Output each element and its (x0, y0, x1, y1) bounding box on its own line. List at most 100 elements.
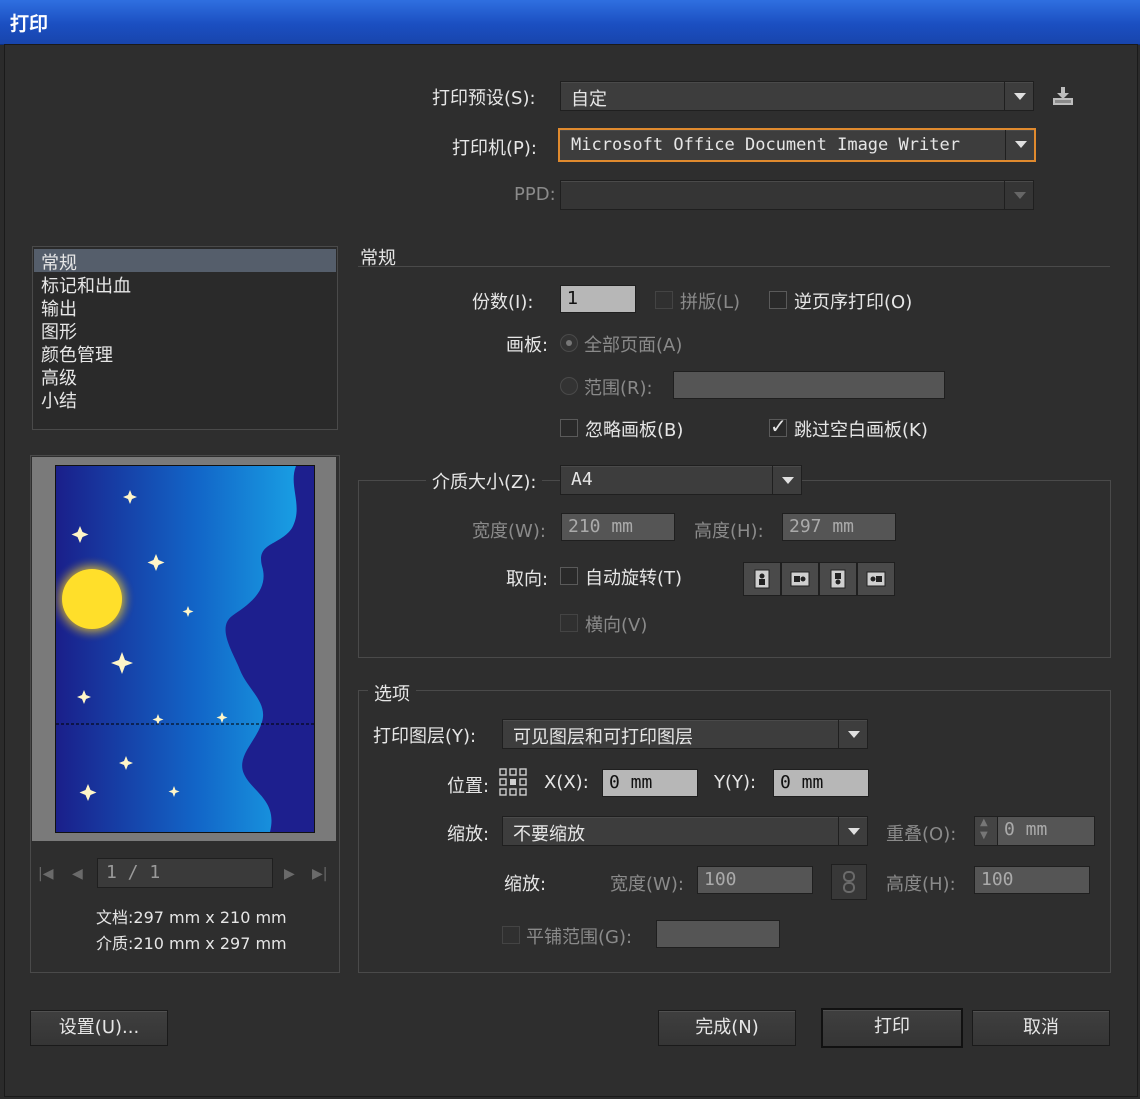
scale-value: 不要缩放 (513, 824, 585, 845)
printer-dropdown[interactable]: Microsoft Office Document Image Writer (558, 128, 1036, 162)
sidebar-item-advanced[interactable]: 高级 (41, 364, 77, 389)
save-preset-icon[interactable] (1050, 84, 1076, 108)
scale-dropdown[interactable]: 不要缩放 (502, 816, 868, 846)
y-value: 0 mm (780, 772, 824, 793)
x-value: 0 mm (609, 772, 653, 793)
sidebar-item-color-management[interactable]: 颜色管理 (41, 341, 113, 366)
chevron-down-icon (838, 720, 867, 748)
sidebar-item-label: 输出 (41, 299, 77, 320)
preset-label: 打印预设(S): (432, 88, 536, 109)
media-group (358, 480, 1111, 658)
overlap-label: 重叠(O): (886, 824, 957, 845)
reverse-order-label: 逆页序打印(O) (794, 292, 913, 313)
chevron-down-icon (838, 817, 867, 845)
next-page-icon[interactable]: ▶ (284, 866, 295, 882)
printer-label: 打印机(P): (452, 138, 537, 159)
sidebar-item-label: 颜色管理 (41, 345, 113, 366)
overlap-stepper[interactable]: ▲ ▼ (974, 816, 998, 846)
print-button[interactable]: 打印 (821, 1008, 963, 1048)
all-pages-label: 全部页面(A) (584, 335, 683, 356)
sidebar-item-label: 图形 (41, 322, 77, 343)
scale-height-input[interactable]: 100 (974, 866, 1090, 894)
link-icon (843, 871, 855, 893)
ignore-artboard-checkbox[interactable] (560, 419, 578, 437)
landscape-flipped-icon[interactable] (857, 562, 895, 596)
first-page-icon[interactable]: |◀ (38, 866, 53, 882)
media-width-label: 宽度(W): (472, 521, 546, 542)
sidebar-item-summary[interactable]: 小结 (41, 387, 77, 412)
range-input[interactable] (673, 371, 945, 399)
chevron-down-icon (1004, 82, 1033, 110)
preset-dropdown[interactable]: 自定 (560, 81, 1034, 111)
prev-page-icon[interactable]: ◀ (72, 866, 83, 882)
auto-rotate-label: 自动旋转(T) (585, 568, 683, 589)
media-height-input[interactable]: 297 mm (782, 513, 896, 541)
tile-range-checkbox[interactable] (502, 926, 520, 944)
ppd-label: PPD: (514, 184, 556, 205)
media-width-input[interactable]: 210 mm (561, 513, 675, 541)
collate-checkbox[interactable] (655, 291, 673, 309)
reverse-order-checkbox[interactable] (769, 291, 787, 309)
last-page-icon[interactable]: ▶| (312, 866, 327, 882)
category-list: 常规 标记和出血 输出 图形 颜色管理 高级 小结 (32, 246, 338, 430)
scale-width-value: 100 (704, 869, 737, 890)
sidebar-item-general[interactable]: 常规 (41, 249, 77, 274)
copies-value: 1 (567, 288, 579, 309)
landscape-icon[interactable] (781, 562, 819, 596)
sidebar-item-label: 高级 (41, 368, 77, 389)
sidebar-item-marks-bleed[interactable]: 标记和出血 (41, 272, 131, 297)
constrain-proportions-button[interactable] (831, 864, 867, 900)
scale-height-label: 高度(H): (886, 874, 956, 895)
position-label: 位置: (447, 776, 490, 797)
artwork-image (48, 466, 314, 832)
preset-value: 自定 (571, 89, 607, 110)
media-size-dropdown[interactable]: A4 (560, 465, 802, 495)
landscape-label: 横向(V) (585, 615, 648, 636)
y-input[interactable]: 0 mm (773, 769, 869, 797)
media-height-value: 297 mm (789, 516, 855, 537)
scale-width-input[interactable]: 100 (697, 866, 813, 894)
overlap-input[interactable]: 0 mm (997, 816, 1095, 846)
page-number-field[interactable]: 1 / 1 (97, 858, 273, 888)
document-size-text: 文档:297 mm x 210 mm (96, 908, 287, 927)
orientation-label: 取向: (506, 569, 549, 590)
tile-range-input[interactable] (656, 920, 780, 948)
cancel-button[interactable]: 取消 (972, 1010, 1110, 1046)
stepper-down-icon[interactable]: ▼ (980, 830, 988, 841)
sidebar-item-label: 常规 (41, 253, 77, 274)
all-pages-radio[interactable] (560, 334, 578, 352)
chevron-down-icon (1004, 181, 1033, 209)
tile-range-label: 平铺范围(G): (526, 927, 633, 948)
scale-height-value: 100 (981, 869, 1014, 890)
landscape-checkbox[interactable] (560, 614, 578, 632)
portrait-flipped-icon[interactable] (819, 562, 857, 596)
copies-input[interactable]: 1 (560, 285, 636, 313)
scale-label: 缩放: (447, 824, 490, 845)
options-title: 选项 (368, 680, 416, 706)
media-size-label: 介质大小(Z): (426, 468, 543, 494)
auto-rotate-checkbox[interactable] (560, 567, 578, 585)
x-input[interactable]: 0 mm (602, 769, 698, 797)
print-layers-label: 打印图层(Y): (373, 726, 477, 747)
reference-point-icon[interactable] (498, 767, 528, 797)
overlap-value: 0 mm (1004, 819, 1048, 840)
skip-blank-checkbox[interactable]: ✓ (769, 414, 787, 438)
checkmark-icon: ✓ (770, 414, 787, 438)
range-radio[interactable] (560, 377, 578, 395)
done-button[interactable]: 完成(N) (658, 1010, 796, 1046)
sidebar-item-graphics[interactable]: 图形 (41, 318, 77, 343)
chevron-down-icon (772, 466, 801, 494)
sidebar-item-output[interactable]: 输出 (41, 295, 77, 320)
portrait-icon[interactable] (743, 562, 781, 596)
window-title: 打印 (10, 13, 49, 35)
radio-dot (566, 340, 572, 346)
page-indicator: 1 / 1 (106, 862, 161, 883)
printer-value: Microsoft Office Document Image Writer (571, 135, 960, 155)
y-label: Y(Y): (714, 772, 757, 793)
stepper-up-icon[interactable]: ▲ (980, 817, 988, 828)
setup-button[interactable]: 设置(U)... (30, 1010, 168, 1046)
ppd-dropdown[interactable] (560, 180, 1034, 210)
title-bar: 打印 (0, 0, 1140, 45)
print-layers-dropdown[interactable]: 可见图层和可打印图层 (502, 719, 868, 749)
artboard-label: 画板: (506, 335, 549, 356)
